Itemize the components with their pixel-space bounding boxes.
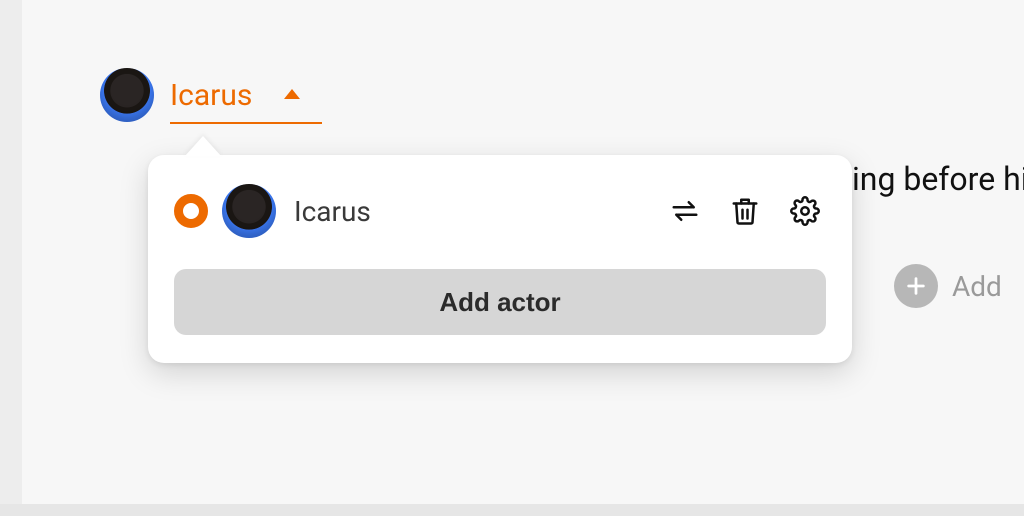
actor-avatar	[100, 68, 154, 122]
caret-up-icon	[284, 89, 300, 99]
background-line-text: ing before hi	[852, 160, 1024, 198]
plus-icon	[894, 264, 938, 308]
actor-selector-label: Icarus	[170, 78, 252, 113]
actor-selected-radio[interactable]	[174, 194, 208, 228]
actor-row[interactable]: Icarus	[174, 177, 826, 245]
bottom-bar	[0, 504, 1024, 516]
actor-selector-popover: Icarus	[148, 155, 852, 363]
actor-selector-trigger[interactable]: Icarus	[100, 68, 300, 122]
swap-icon[interactable]	[670, 196, 700, 226]
actor-name: Icarus	[290, 195, 656, 228]
gear-icon[interactable]	[790, 196, 820, 226]
popover-arrow	[185, 136, 221, 156]
add-actor-button[interactable]: Add actor	[174, 269, 826, 335]
trash-icon[interactable]	[730, 196, 760, 226]
left-gutter	[0, 0, 22, 516]
add-line-label: Add	[952, 270, 1002, 303]
actor-avatar	[222, 184, 276, 238]
add-line-button[interactable]: Add	[894, 264, 1002, 308]
actor-row-actions	[670, 196, 820, 226]
actor-selector-underline	[170, 122, 322, 124]
